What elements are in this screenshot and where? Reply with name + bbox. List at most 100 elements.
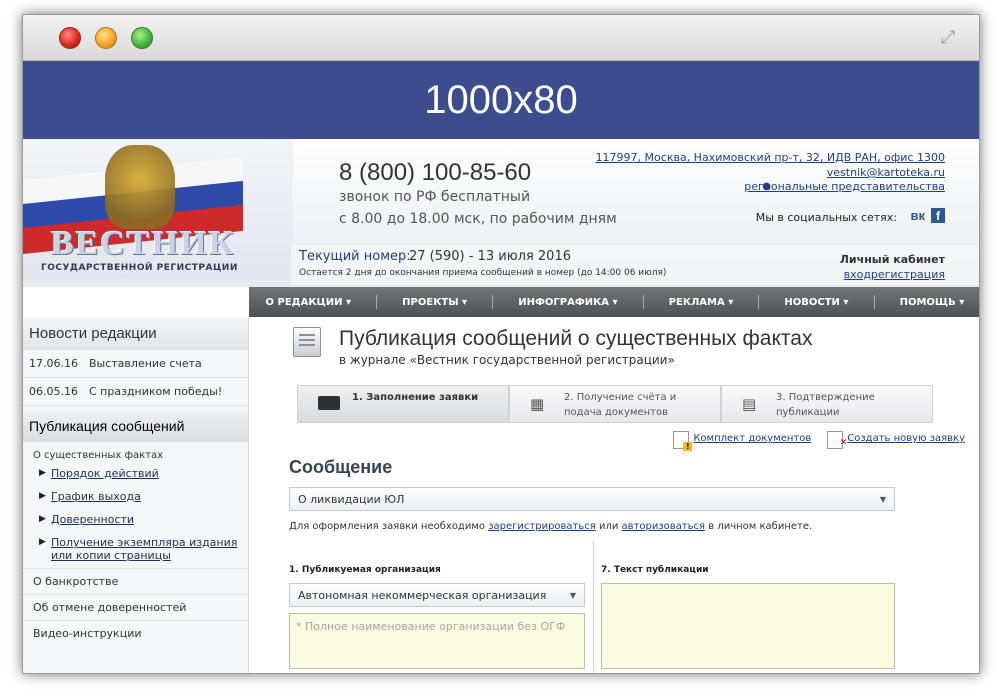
email-link[interactable]: vestnik@kartoteka.ru [827,166,945,179]
sidebar-news-title[interactable]: Новости редакции [23,317,248,350]
window-titlebar: ⤢ [23,15,979,61]
org-name-textarea[interactable]: * Полное наименование организации без ОГ… [289,613,585,669]
news-item[interactable]: 06.05.16 С праздником победы! [23,378,248,406]
login-link[interactable]: вход [844,268,871,281]
triangle-right-icon: ▶ [39,514,46,524]
publication-text-textarea[interactable] [601,583,895,669]
column-divider [593,541,594,673]
coat-of-arms-icon [105,145,175,229]
address-link[interactable]: 117997, Москва, Нахимовский пр-т, 32, ИД… [596,151,945,164]
step-confirmation[interactable]: ▤ 3. Подтверждение публикации [721,385,933,423]
sidebar-item-copy[interactable]: ▶ Получение экземпляра издания или копии… [23,532,248,568]
page-title: Публикация сообщений о существенных факт… [339,327,813,350]
sidebar-link-revocation[interactable]: Об отмене доверенностей [23,594,248,620]
org-type-select[interactable]: Автономная некоммерческая организация ▼ [289,583,585,607]
news-title[interactable]: Выставление счета [89,357,202,370]
nav-divider [642,295,644,309]
info-or: или [595,521,622,532]
document-kit-link[interactable]: Комплект документов [671,431,811,451]
news-title[interactable]: С праздником победы! [89,385,222,398]
chevron-down-icon: ▼ [879,495,886,504]
nav-divider [873,295,875,309]
sidebar-item-schedule[interactable]: ▶ График выхода [23,486,248,509]
sidebar-item-label: Порядок действий [51,467,159,480]
zoom-window-button[interactable] [131,27,153,49]
new-document-icon [827,431,847,451]
vk-icon[interactable]: вк [911,208,926,223]
new-request-label: Создать новую заявку [847,433,965,444]
phone-note-free: звонок по РФ бесплатный [339,189,531,205]
laptop-icon [318,396,340,410]
chevron-down-icon: ▼ [569,591,576,600]
nav-item-ads[interactable]: РЕКЛАМА ▾ [661,297,742,308]
sidebar-link-video[interactable]: Видео-инструкции [23,620,248,646]
regions-link[interactable]: региональные представительства [744,180,945,193]
page-subtitle: в журнале «Вестник государственной регис… [339,353,675,367]
nav-item-news[interactable]: НОВОСТИ ▾ [776,297,856,308]
info-login-link[interactable]: авторизоваться [622,521,706,532]
close-window-button[interactable] [59,27,81,49]
register-link[interactable]: регистрация [871,268,945,281]
nav-divider [376,295,378,309]
phone-number: 8 (800) 100-85-60 [339,159,532,186]
triangle-right-icon: ▶ [39,491,46,501]
sidebar-item-label: Доверенности [51,513,135,526]
nav-divider [758,295,760,309]
current-issue-value: 27 (590) - 13 июля 2016 [409,249,571,264]
sidebar-item-label: Получение экземпляра издания или копии с… [51,536,238,562]
info-register-link[interactable]: зарегистрироваться [488,521,596,532]
calculator-icon: ▦ [530,395,545,413]
browser-window: ⤢ 1000x80 ВЕСТНИК ГОСУДАРСТВЕННОЙ РЕГИСТ… [22,14,980,674]
new-request-link[interactable]: Создать новую заявку [825,431,965,451]
fullscreen-icon[interactable]: ⤢ [941,27,965,49]
step-label: 3. Подтверждение публикации [776,392,875,418]
cabinet-label: Личный кабинет [839,253,945,266]
step-label: 2. Получение счёта и подача документов [564,392,677,418]
main-content: Публикация сообщений о существенных факт… [249,317,979,673]
current-issue-label: Текущий номер: [299,249,411,264]
sidebar-subsection-facts[interactable]: О существенных фактах [23,442,248,463]
step-invoice[interactable]: ▦ 2. Получение счёта и подача документов [509,385,721,423]
sidebar: Новости редакции 17.06.16 Выставление сч… [23,317,249,673]
message-type-select[interactable]: О ликвидации ЮЛ ▼ [289,487,895,511]
org-field-label: 1. Публикуемая организация [289,565,441,575]
page-content: ВЕСТНИК ГОСУДАРСТВЕННОЙ РЕГИСТРАЦИИ 8 (8… [23,139,979,673]
document-warning-icon [673,431,693,451]
message-section-title: Сообщение [289,457,393,477]
logo-title: ВЕСТНИК [51,225,236,262]
clipboard-icon: ▤ [742,395,757,413]
info-prefix: Для оформления заявки необходимо [289,521,489,532]
publication-text-label: 7. Текст публикации [601,565,709,575]
news-date: 17.06.16 [29,357,78,370]
ad-banner[interactable]: 1000x80 [23,61,979,139]
issue-deadline-note: Остается 2 дня до окончания приема сообщ… [299,268,667,278]
sidebar-item-label: График выхода [51,490,141,503]
sidebar-item-powers[interactable]: ▶ Доверенности [23,509,248,532]
step-fill-request[interactable]: 1. Заполнение заявки [297,385,509,423]
sidebar-publication-title[interactable]: Публикация сообщений [23,410,248,442]
progress-steps: 1. Заполнение заявки ▦ 2. Получение счёт… [297,385,933,423]
org-type-value: Автономная некоммерческая организация [298,589,547,602]
nav-item-infographics[interactable]: ИНФОГРАФИКА ▾ [510,297,625,308]
facebook-icon[interactable]: f [931,208,945,223]
nav-item-projects[interactable]: ПРОЕКТЫ ▾ [394,297,475,308]
auth-info-text: Для оформления заявки необходимо зарегис… [289,521,812,532]
minimize-window-button[interactable] [95,27,117,49]
logo-subtitle: ГОСУДАРСТВЕННОЙ РЕГИСТРАЦИИ [41,263,238,273]
document-icon [293,327,321,357]
triangle-right-icon: ▶ [39,537,46,547]
nav-item-about[interactable]: О РЕДАКЦИИ ▾ [258,297,359,308]
news-item[interactable]: 17.06.16 Выставление счета [23,350,248,378]
site-header: ВЕСТНИК ГОСУДАРСТВЕННОЙ РЕГИСТРАЦИИ 8 (8… [23,139,979,287]
social-label: Мы в социальных сетях: [755,211,897,224]
nav-item-help[interactable]: ПОМОЩЬ ▾ [892,297,973,308]
message-type-value: О ликвидации ЮЛ [298,493,405,506]
sidebar-item-procedure[interactable]: ▶ Порядок действий [23,463,248,486]
sidebar-link-bankruptcy[interactable]: О банкротстве [23,568,248,594]
document-links: Комплект документов Создать новую заявку [671,431,965,451]
news-date: 06.05.16 [29,385,78,398]
nav-divider [492,295,494,309]
main-nav: О РЕДАКЦИИ ▾ ПРОЕКТЫ ▾ ИНФОГРАФИКА ▾ РЕК… [249,287,979,317]
triangle-right-icon: ▶ [39,468,46,478]
site-logo[interactable]: ВЕСТНИК ГОСУДАРСТВЕННОЙ РЕГИСТРАЦИИ [23,139,293,279]
